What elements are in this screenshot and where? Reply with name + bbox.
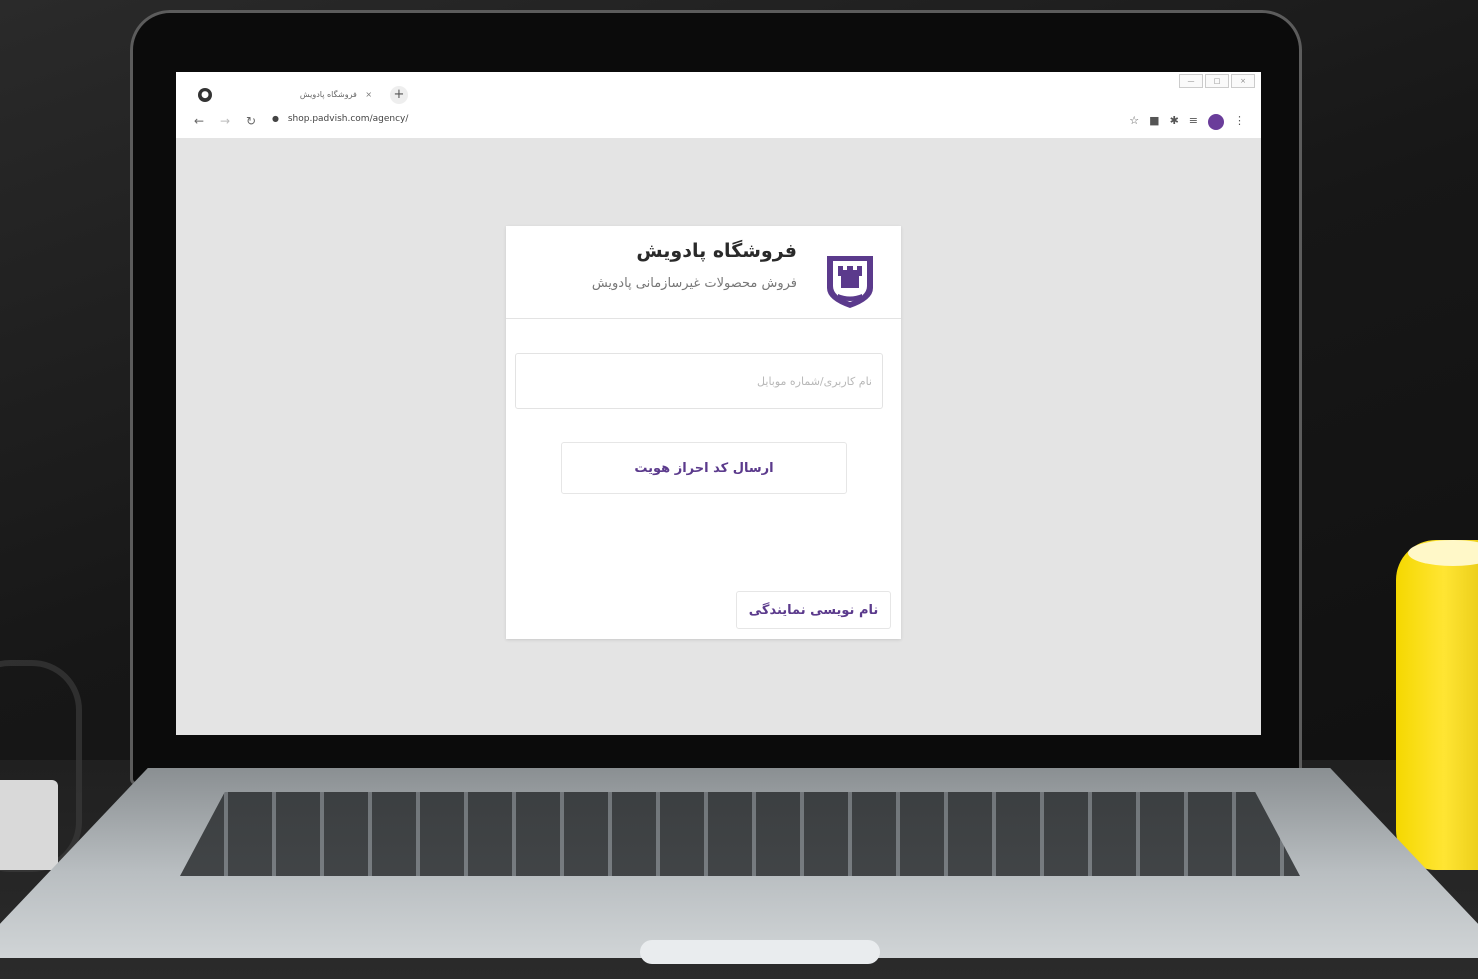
laptop-keyboard bbox=[180, 792, 1300, 876]
media-queue-icon[interactable]: ≡ bbox=[1189, 114, 1198, 130]
username-phone-input[interactable] bbox=[515, 353, 883, 409]
store-subtitle: فروش محصولات غیرسازمانی پادویش bbox=[591, 276, 797, 291]
tab-title: فروشگاه پادویش bbox=[299, 90, 357, 99]
login-card: فروشگاه پادویش فروش محصولات غیرسازمانی پ… bbox=[506, 226, 901, 639]
profile-avatar-icon[interactable] bbox=[1208, 114, 1224, 130]
store-title: فروشگاه پادویش bbox=[636, 240, 797, 262]
toolbar-actions: ☆ ■ ✱ ≡ ⋮ bbox=[1129, 114, 1245, 130]
laptop-screen: ● فروشگاه پادویش × + — □ × ← → ↻ ● shop.… bbox=[176, 72, 1261, 735]
menu-kebab-icon[interactable]: ⋮ bbox=[1234, 114, 1245, 130]
minimize-icon[interactable]: — bbox=[1179, 74, 1203, 88]
close-window-icon[interactable]: × bbox=[1231, 74, 1255, 88]
padvish-shield-logo-icon bbox=[827, 256, 873, 308]
back-arrow-icon[interactable]: ← bbox=[194, 114, 204, 128]
tab-close-icon[interactable]: × bbox=[365, 90, 372, 99]
browser-tab-bar: ● فروشگاه پادویش × + — □ × bbox=[176, 72, 1261, 106]
browser-tab[interactable]: فروشگاه پادویش × bbox=[286, 84, 386, 106]
address-url: shop.padvish.com/agency/ bbox=[287, 114, 409, 124]
bookmark-star-icon[interactable]: ☆ bbox=[1129, 114, 1139, 130]
card-header: فروشگاه پادویش فروش محصولات غیرسازمانی پ… bbox=[506, 226, 901, 319]
browser-toolbar: ← → ↻ ● shop.padvish.com/agency/ ☆ ■ ✱ ≡… bbox=[176, 106, 1261, 138]
send-auth-code-button[interactable]: ارسال کد احراز هویت bbox=[561, 442, 847, 494]
browser-logo-icon: ● bbox=[198, 88, 212, 102]
book-image bbox=[0, 780, 58, 870]
yellow-mug-image bbox=[1396, 540, 1478, 870]
extension-icon[interactable]: ■ bbox=[1149, 114, 1159, 130]
agency-register-button[interactable]: نام نویسی نمایندگی bbox=[736, 591, 891, 629]
puzzle-extensions-icon[interactable]: ✱ bbox=[1170, 114, 1179, 130]
window-controls: — □ × bbox=[1179, 74, 1255, 88]
maximize-icon[interactable]: □ bbox=[1205, 74, 1229, 88]
address-bar[interactable]: ● shop.padvish.com/agency/ bbox=[272, 114, 408, 124]
lock-icon: ● bbox=[272, 114, 279, 123]
reload-icon[interactable]: ↻ bbox=[246, 114, 256, 128]
forward-arrow-icon[interactable]: → bbox=[220, 114, 230, 128]
laptop-hinge bbox=[640, 940, 880, 964]
new-tab-button[interactable]: + bbox=[390, 86, 408, 104]
